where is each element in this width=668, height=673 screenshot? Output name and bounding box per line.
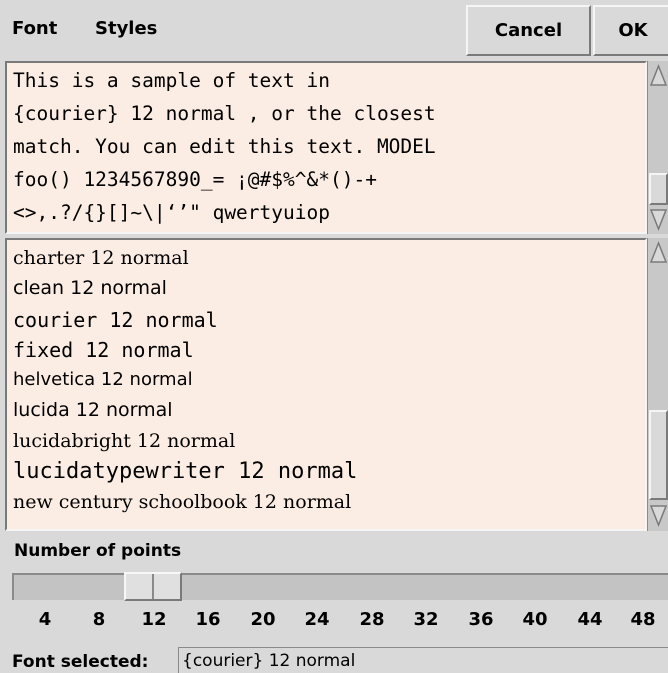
tick-label: 48 (630, 609, 656, 630)
tick-label: 32 (413, 609, 439, 630)
tick-label: 44 (577, 609, 603, 630)
sample-text-line: {courier} 12 normal , or the closest (13, 102, 436, 125)
triangle-down-icon[interactable] (649, 502, 668, 528)
points-slider[interactable] (12, 573, 668, 600)
list-item[interactable]: clean 12 normal (13, 279, 167, 298)
menubar: Font Styles Cancel OK (0, 0, 668, 58)
tick-label: 36 (468, 609, 494, 630)
menu-styles[interactable]: Styles (95, 18, 157, 39)
font-list-scroll-thumb[interactable] (649, 410, 668, 500)
triangle-up-icon[interactable] (649, 240, 668, 266)
tick-label: 16 (195, 609, 221, 630)
list-item[interactable]: courier 12 normal (13, 310, 218, 330)
sample-text-line: foo() 1234567890_= ¡@#$%^&*()-+ (13, 168, 377, 191)
tick-label: 40 (522, 609, 548, 630)
tick-label: 12 (141, 609, 167, 630)
menu-font[interactable]: Font (12, 18, 57, 39)
list-item[interactable]: lucidatypewriter 12 normal (13, 461, 357, 483)
sample-text-area[interactable]: This is a sample of text in {courier} 12… (5, 61, 647, 234)
list-item[interactable]: lucidabright 12 normal (13, 432, 235, 451)
font-selected-label: Font selected: (12, 652, 149, 672)
list-item[interactable]: fixed 12 normal (13, 340, 194, 360)
tick-label: 8 (92, 609, 106, 630)
tick-label: 4 (38, 609, 52, 630)
points-slider-thumb[interactable] (124, 572, 182, 601)
tick-label: 20 (250, 609, 276, 630)
sample-scrollbar[interactable] (647, 61, 668, 234)
font-list[interactable]: charter 12 normal clean 12 normal courie… (5, 238, 647, 531)
ok-button[interactable]: OK (593, 5, 668, 56)
list-item[interactable]: charter 12 normal (13, 249, 189, 268)
font-list-scrollbar[interactable] (647, 238, 668, 531)
sample-scroll-thumb[interactable] (649, 173, 668, 205)
sample-text-line: This is a sample of text in (13, 69, 330, 92)
tick-label: 24 (304, 609, 330, 630)
sample-text-line: match. You can edit this text. MODEL (13, 135, 436, 158)
points-label: Number of points (14, 541, 182, 561)
list-item[interactable]: helvetica 12 normal (13, 371, 193, 389)
sample-text-line: <>,.?/{}[]~\|‘’" qwertyuiop (13, 201, 330, 224)
triangle-down-icon[interactable] (649, 206, 668, 232)
cancel-button[interactable]: Cancel (466, 5, 591, 56)
list-item[interactable]: lucida 12 normal (13, 401, 173, 420)
triangle-up-icon[interactable] (649, 63, 668, 89)
slider-notch (152, 574, 154, 599)
tick-label: 28 (359, 609, 385, 630)
font-selected-field: {courier} 12 normal (178, 647, 668, 673)
list-item[interactable]: new century schoolbook 12 normal (13, 493, 351, 512)
